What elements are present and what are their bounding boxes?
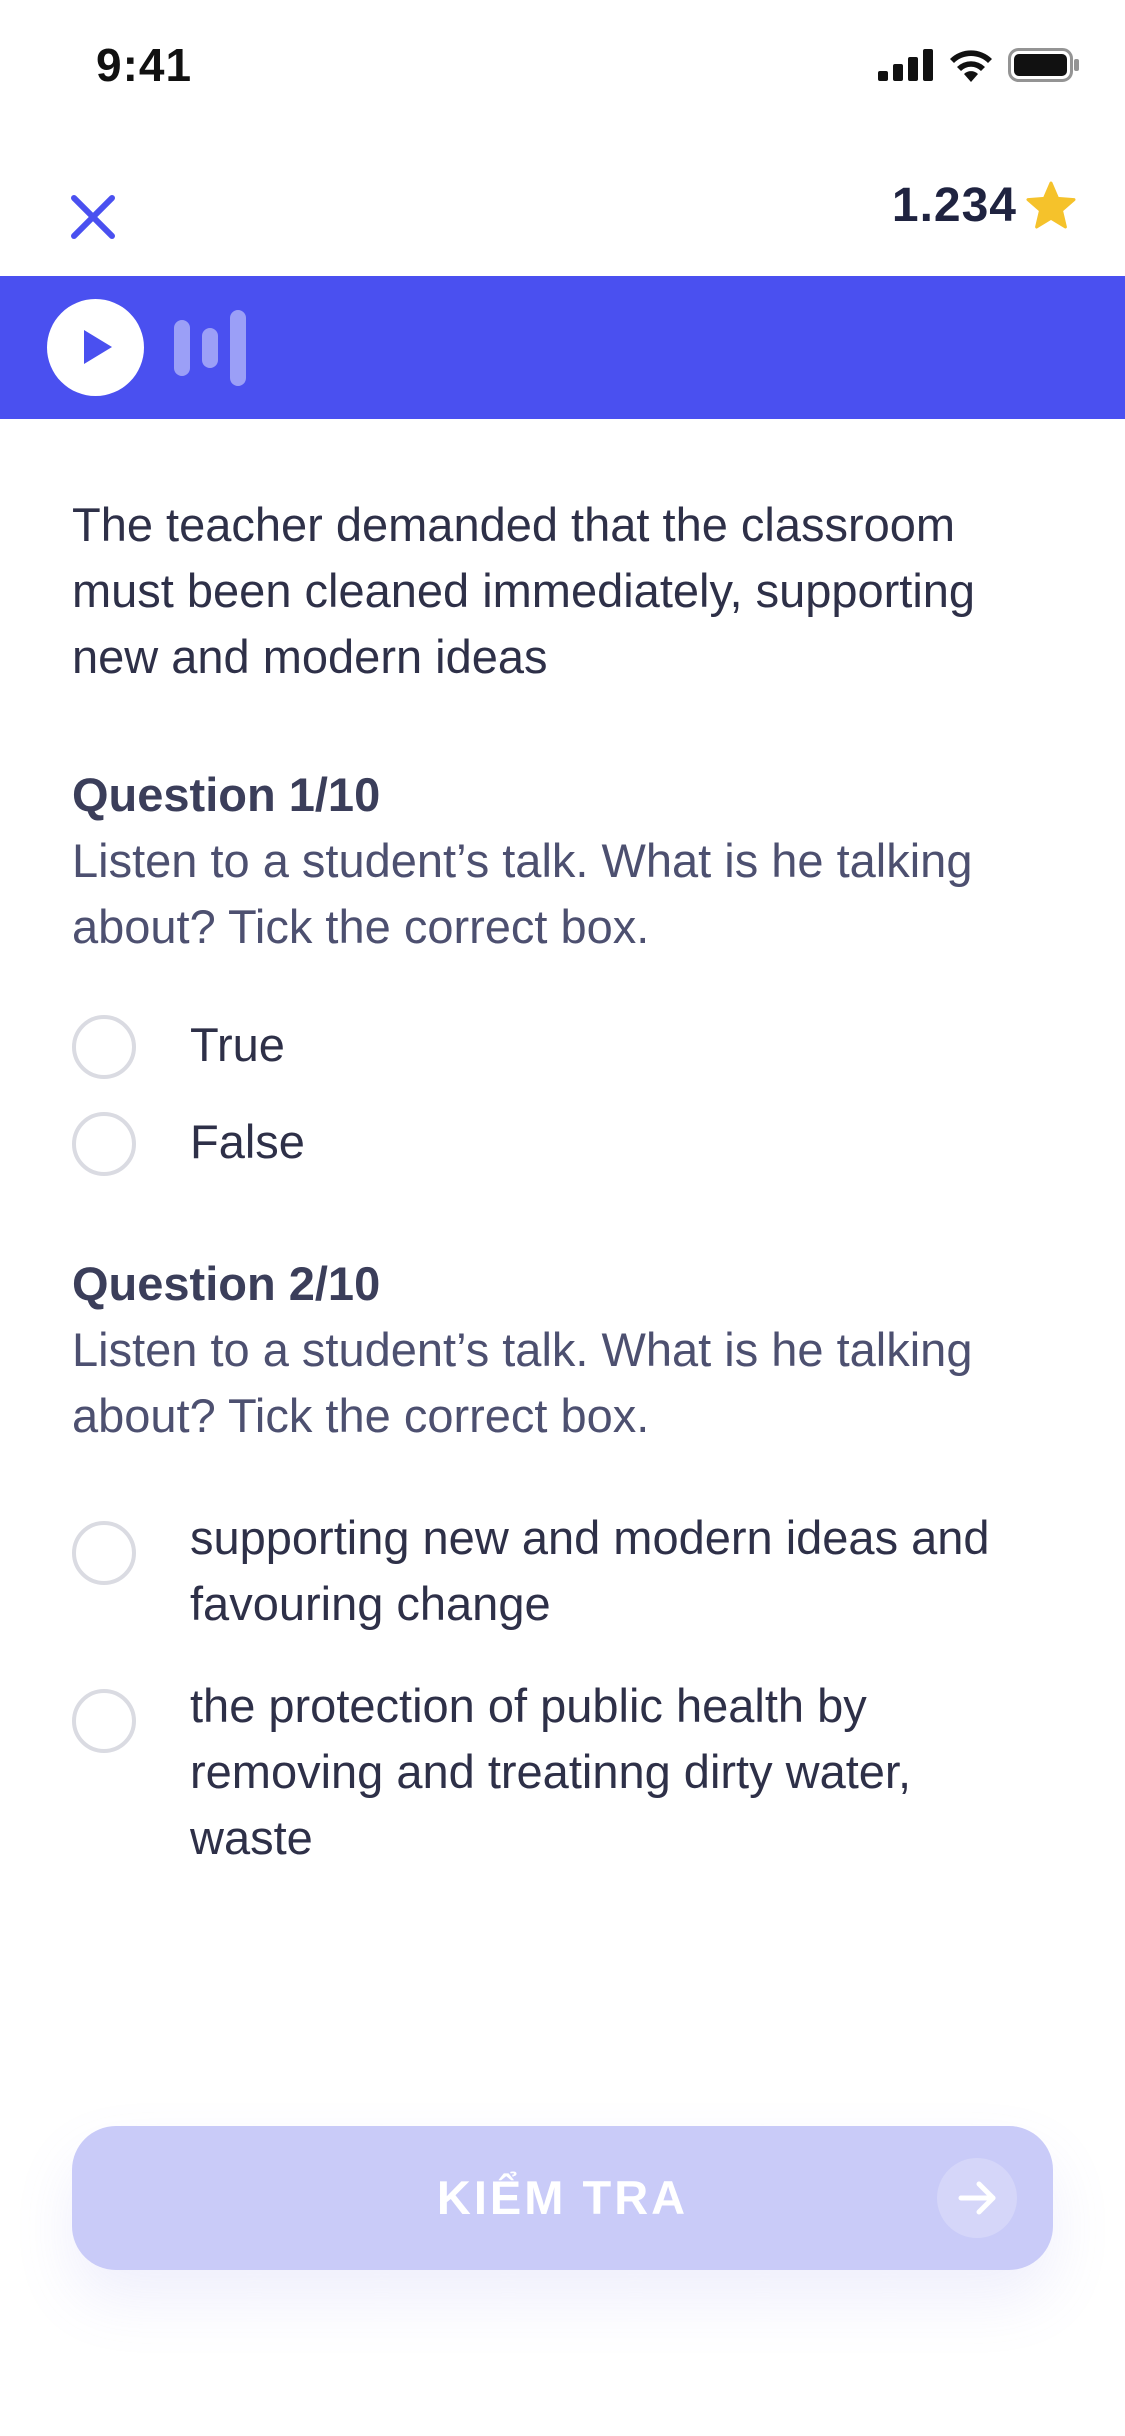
score-display: 1.234 (892, 178, 1077, 233)
close-icon (71, 195, 115, 239)
answer-option-label: False (190, 1115, 305, 1168)
close-button[interactable] (62, 186, 124, 248)
status-time: 9:41 (96, 39, 193, 91)
play-icon (84, 330, 112, 364)
answer-option-label: supporting new and modern ideas and favo… (190, 1511, 990, 1630)
star-icon (1026, 181, 1076, 228)
check-button-label: KIỂM TRA (436, 2171, 689, 2224)
check-button-container: KIỂM TRA (72, 2126, 1053, 2270)
answer-option-false[interactable]: False (72, 1109, 1062, 1176)
next-arrow-button[interactable] (937, 2158, 1017, 2238)
question-2: Question 2/10 Listen to a student’s talk… (72, 1251, 1062, 1871)
answer-option-1[interactable]: supporting new and modern ideas and favo… (72, 1505, 1062, 1637)
answer-option-label: True (190, 1018, 285, 1071)
passage-text: The teacher demanded that the classroom … (72, 498, 976, 683)
question-title: Question 2/10 (72, 1257, 381, 1310)
arrow-right-icon (958, 2181, 996, 2215)
answer-options: True False (72, 1012, 1062, 1176)
radio-button[interactable] (72, 1112, 136, 1176)
wave-bar (230, 310, 246, 386)
audio-player (0, 276, 1125, 419)
answer-option-label: the protection of public health by remov… (190, 1679, 912, 1864)
status-icons (878, 48, 1080, 82)
radio-button[interactable] (72, 1015, 136, 1079)
header: 1.234 (0, 160, 1125, 275)
battery-icon (1008, 48, 1079, 82)
radio-button[interactable] (72, 1521, 136, 1585)
wave-bar (202, 328, 218, 368)
question-text: Listen to a student’s talk. What is he t… (72, 834, 973, 953)
score-value: 1.234 (891, 179, 1017, 232)
cellular-signal-icon (878, 49, 933, 81)
wifi-icon (950, 50, 992, 82)
answer-option-true[interactable]: True (72, 1012, 1062, 1079)
answer-option-2[interactable]: the protection of public health by remov… (72, 1673, 1062, 1871)
radio-button[interactable] (72, 1689, 136, 1753)
question-title: Question 1/10 (72, 768, 381, 821)
status-bar: 9:41 (0, 0, 1125, 135)
wave-bar (174, 320, 190, 376)
answer-options: supporting new and modern ideas and favo… (72, 1505, 1062, 1871)
check-button[interactable]: KIỂM TRA (72, 2126, 1053, 2270)
audio-waveform (174, 310, 246, 386)
play-button[interactable] (47, 299, 144, 396)
question-text: Listen to a student’s talk. What is he t… (72, 1323, 973, 1442)
question-1: Question 1/10 Listen to a student’s talk… (72, 762, 1062, 1176)
